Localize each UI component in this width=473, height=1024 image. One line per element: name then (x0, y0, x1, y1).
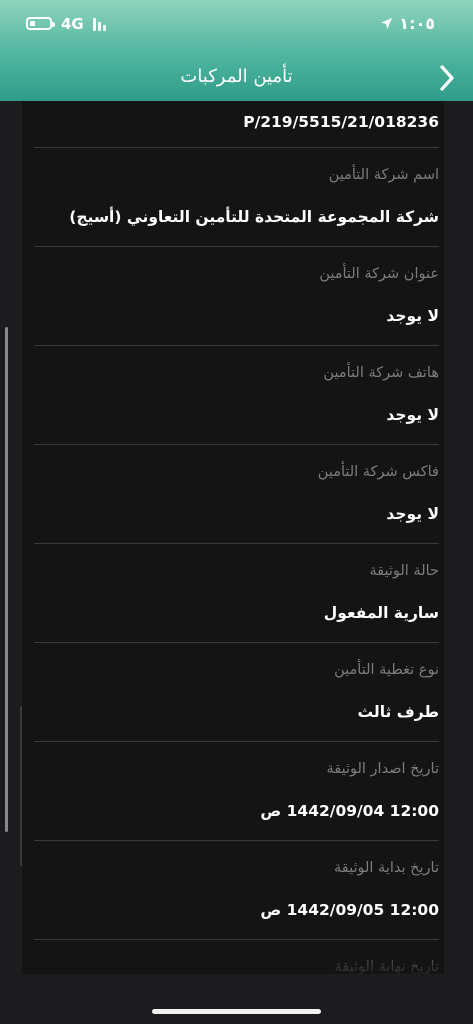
scrollbar[interactable] (5, 327, 8, 832)
chevron-right-icon (440, 65, 454, 91)
field-value: لا يوجد (386, 505, 439, 523)
field-row-end-date: تاريخ نهاية الوثيقة (34, 940, 439, 974)
status-time-group: ١:٠٥ (380, 14, 435, 33)
home-indicator[interactable] (152, 1009, 321, 1014)
field-value: شركة المجموعة المتحدة للتأمين التعاوني (… (69, 208, 439, 226)
signal-icon (93, 17, 113, 31)
battery-icon (26, 17, 55, 30)
field-label: تاريخ بداية الوثيقة (333, 860, 439, 876)
field-row-company-phone: هاتف شركة التأمين لا يوجد (34, 346, 439, 445)
title-bar: تأمين المركبات (0, 58, 473, 98)
field-value: طرف ثالث (357, 703, 439, 721)
field-value: 12:00 1442/09/04 ص (260, 802, 439, 820)
policy-number-row: P/219/5515/21/018236 (34, 101, 439, 148)
field-label: اسم شركة التأمين (328, 167, 439, 183)
field-row-company-fax: فاكس شركة التأمين لا يوجد (34, 445, 439, 544)
field-value: سارية المفعول (323, 604, 439, 622)
field-row-policy-status: حالة الوثيقة سارية المفعول (34, 544, 439, 643)
field-row-company-address: عنوان شركة التأمين لا يوجد (34, 247, 439, 346)
location-arrow-icon (381, 17, 393, 30)
policy-number-value: P/219/5515/21/018236 (243, 113, 439, 131)
scroll-indicator (20, 706, 22, 866)
back-button[interactable] (435, 62, 459, 94)
field-value: 12:00 1442/09/05 ص (260, 901, 439, 919)
network-type: 4G (61, 15, 84, 33)
status-time: ١:٠٥ (399, 14, 435, 33)
status-bar: 4G ١:٠٥ (0, 0, 473, 50)
field-label: نوع تغطية التأمين (334, 662, 439, 678)
screen: 4G ١:٠٥ تأمين المركبات P/219/5515/21/018… (0, 0, 473, 1024)
field-label: هاتف شركة التأمين (323, 365, 439, 381)
header: 4G ١:٠٥ تأمين المركبات (0, 0, 473, 101)
field-row-start-date: تاريخ بداية الوثيقة 12:00 1442/09/05 ص (34, 841, 439, 940)
field-label: فاكس شركة التأمين (317, 464, 439, 480)
battery-fill (30, 21, 35, 26)
policy-details-list[interactable]: P/219/5515/21/018236 اسم شركة التأمين شر… (22, 101, 444, 974)
field-row-company-name: اسم شركة التأمين شركة المجموعة المتحدة ل… (34, 148, 439, 247)
page-title: تأمين المركبات (180, 66, 293, 87)
field-label: تاريخ اصدار الوثيقة (326, 761, 439, 777)
field-label: عنوان شركة التأمين (319, 266, 439, 282)
field-label: تاريخ نهاية الوثيقة (334, 959, 439, 974)
field-label: حالة الوثيقة (369, 563, 439, 579)
field-row-issue-date: تاريخ اصدار الوثيقة 12:00 1442/09/04 ص (34, 742, 439, 841)
field-row-coverage-type: نوع تغطية التأمين طرف ثالث (34, 643, 439, 742)
field-value: لا يوجد (386, 406, 439, 424)
field-value: لا يوجد (386, 307, 439, 325)
